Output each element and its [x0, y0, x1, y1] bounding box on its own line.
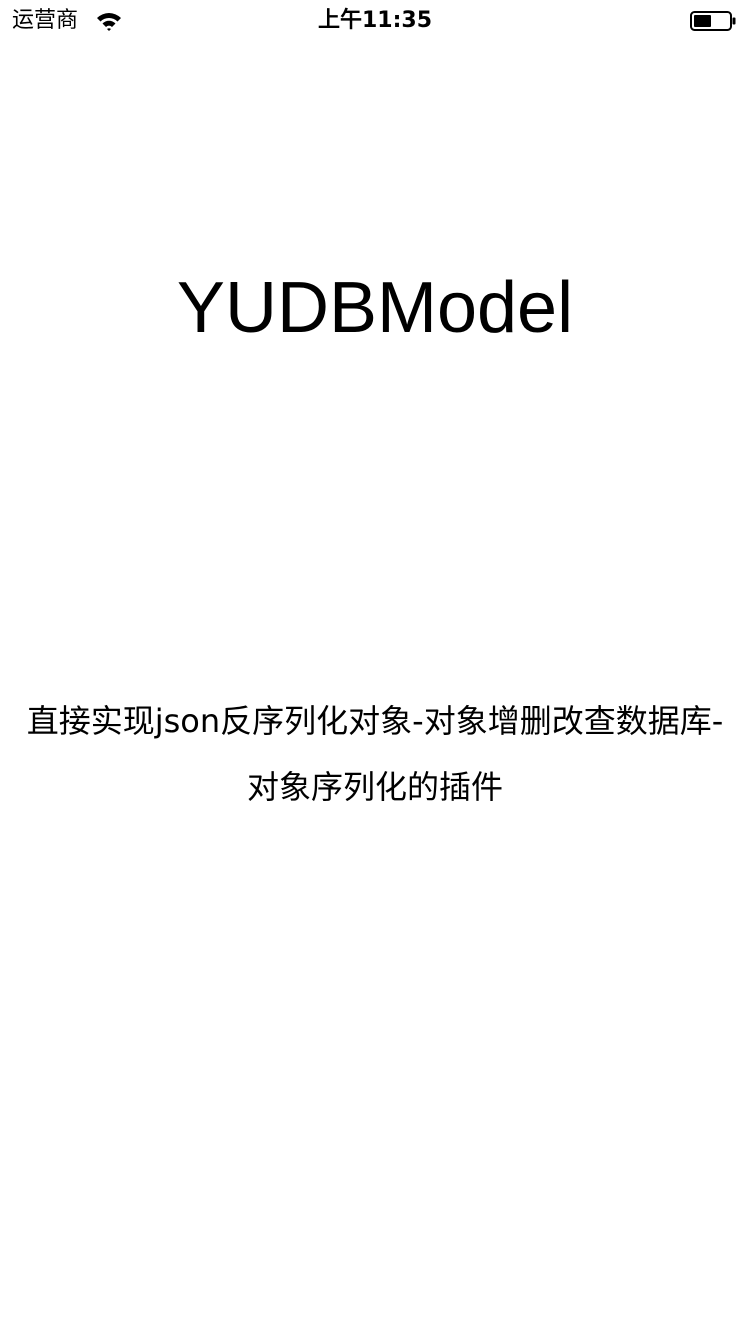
app-title: YUDBModel: [176, 268, 574, 348]
clock: 上午11:35: [317, 8, 433, 33]
status-bar: 运营商 上午11:35: [0, 0, 750, 40]
app-description: 直接实现json反序列化对象-对象增删改查数据库-对象序列化的插件: [26, 702, 724, 806]
battery-icon: [690, 11, 736, 31]
